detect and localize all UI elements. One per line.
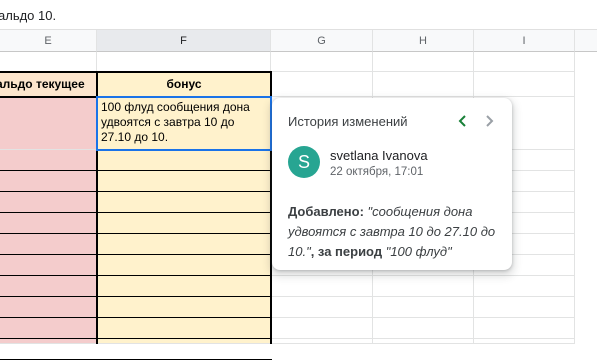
table-cell[interactable]: [97, 339, 271, 344]
added-label: Добавлено: [288, 204, 360, 219]
table-cell[interactable]: [373, 297, 474, 318]
table-cell[interactable]: [0, 255, 97, 276]
table-cell[interactable]: [373, 339, 474, 344]
table-cell[interactable]: [97, 297, 271, 318]
cell-g-row1[interactable]: [271, 72, 373, 97]
formula-bar[interactable]: альдо 10.: [0, 0, 597, 30]
table-cell[interactable]: [474, 297, 575, 318]
column-header-i[interactable]: I: [474, 30, 575, 52]
column-header-e[interactable]: E: [0, 30, 97, 52]
column-header-h[interactable]: H: [373, 30, 474, 52]
avatar-letter: S: [297, 151, 310, 172]
column-label-f: бонус: [166, 77, 202, 91]
avatar[interactable]: S: [288, 146, 320, 178]
period-label: , за период: [310, 244, 386, 259]
table-cell[interactable]: [271, 318, 373, 339]
table-cell[interactable]: [271, 339, 373, 344]
chevron-right-icon: [486, 115, 494, 127]
column-letter: H: [419, 34, 427, 47]
table-cell[interactable]: [474, 318, 575, 339]
table-cell[interactable]: [373, 276, 474, 297]
table-cell[interactable]: [0, 171, 97, 192]
added-colon: :: [359, 204, 368, 219]
cell-f-header[interactable]: бонус: [97, 72, 271, 97]
table-cell[interactable]: [0, 318, 97, 339]
chevron-left-icon: [458, 115, 466, 127]
column-header-g[interactable]: G: [271, 30, 373, 52]
column-header-f[interactable]: F: [97, 30, 271, 52]
table-cell[interactable]: [271, 297, 373, 318]
table-cell[interactable]: [271, 276, 373, 297]
popup-title: История изменений: [288, 114, 408, 129]
table-cell[interactable]: [474, 276, 575, 297]
table-cell[interactable]: [97, 213, 271, 234]
table-cell[interactable]: [97, 150, 271, 171]
table-cell[interactable]: [97, 276, 271, 297]
column-letter: G: [317, 34, 326, 47]
table-cell[interactable]: [0, 213, 97, 234]
edit-history-popup: История изменений S svetlana Ivanova 22 …: [272, 98, 512, 270]
period-value: "100 флуд": [385, 244, 452, 259]
previous-change-button[interactable]: [452, 110, 474, 132]
table-cell[interactable]: [97, 318, 271, 339]
border-top: [0, 71, 272, 73]
cell-e-header[interactable]: альдо текущее: [0, 72, 97, 97]
cell-e-row0[interactable]: [0, 52, 97, 72]
table-cell[interactable]: [474, 339, 575, 344]
change-timestamp: 22 октября, 17:01: [330, 166, 424, 178]
table-cell[interactable]: [97, 171, 271, 192]
column-letter: I: [522, 34, 526, 47]
table-cell[interactable]: [0, 339, 97, 344]
column-letter: F: [180, 34, 187, 47]
cell-h-row0[interactable]: [373, 52, 474, 72]
cell-h-row1[interactable]: [373, 72, 474, 97]
column-letter: E: [44, 34, 52, 47]
table-cell[interactable]: [97, 234, 271, 255]
column-label-e: альдо текущее: [0, 77, 85, 91]
author-name: svetlana Ivanova: [330, 148, 428, 163]
next-change-button[interactable]: [478, 110, 500, 132]
table-cell[interactable]: [0, 192, 97, 213]
cell-i-row0[interactable]: [474, 52, 575, 72]
cell-f-row0[interactable]: [97, 52, 271, 72]
cell-selection: [96, 96, 272, 151]
change-description: Добавлено: "сообщения дона удвоятся с за…: [288, 202, 500, 262]
cell-i-row1[interactable]: [474, 72, 575, 97]
table-cell[interactable]: [0, 150, 97, 171]
table-cell[interactable]: [97, 255, 271, 276]
table-cell[interactable]: [0, 234, 97, 255]
cell-e-2[interactable]: [0, 97, 97, 150]
column-header-next[interactable]: [575, 30, 597, 52]
table-cell[interactable]: [97, 192, 271, 213]
table-cell[interactable]: [373, 318, 474, 339]
table-cell[interactable]: [0, 276, 97, 297]
formula-text: альдо 10.: [0, 8, 57, 23]
cell-g-row0[interactable]: [271, 52, 373, 72]
table-cell[interactable]: [0, 297, 97, 318]
